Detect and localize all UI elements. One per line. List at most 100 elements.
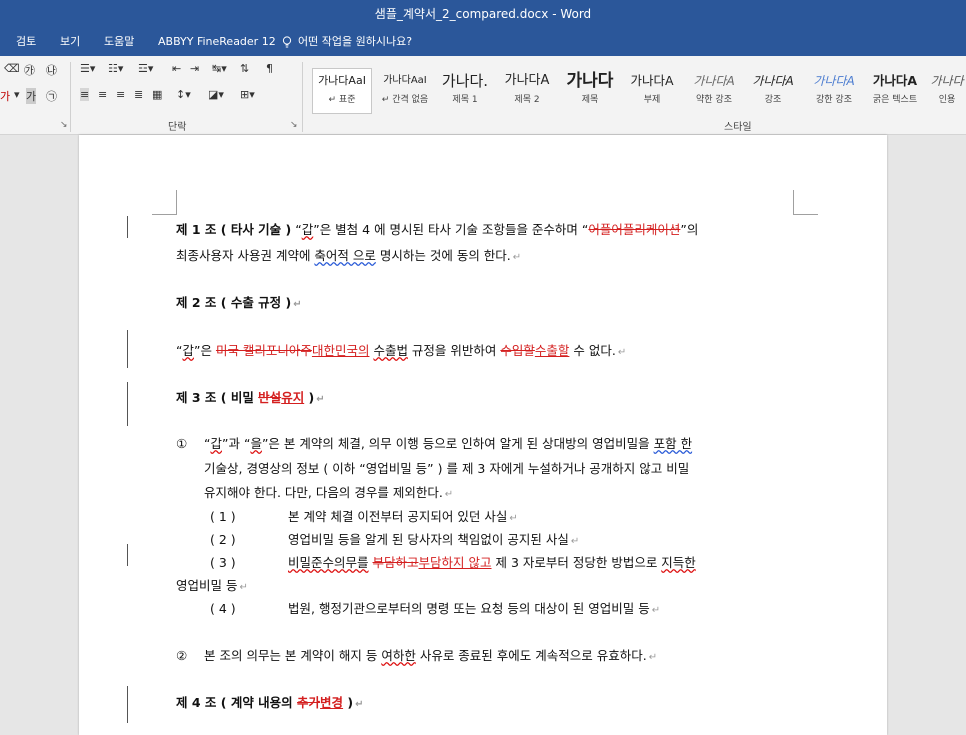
align-left-icon[interactable]: ≡: [80, 88, 90, 101]
style-name: ↵ 표준: [328, 95, 356, 105]
style-subtitle[interactable]: 가나다A 부제: [622, 68, 682, 114]
sort-icon[interactable]: ⇅: [240, 62, 249, 75]
article-4-heading: 제 4 조 ( 계약 내용의 추가변경 ) ↵: [176, 692, 364, 711]
style-no-spacing[interactable]: 가나다AaI ↵ 간격 없음: [374, 68, 436, 114]
tab-abbyy[interactable]: ABBYY FineReader 12: [158, 28, 276, 56]
bullets-icon[interactable]: ☰▾: [80, 62, 95, 75]
inserted-text: 유지: [281, 390, 305, 405]
font-dialog-launcher-icon[interactable]: ↘: [60, 120, 68, 130]
text: “: [291, 222, 302, 237]
paragraph-mark: ↵: [648, 652, 658, 663]
paragraph-mark: ↵: [570, 536, 580, 547]
text: 수출법: [373, 343, 408, 358]
distributed-icon[interactable]: ▦: [152, 88, 162, 101]
character-shading-icon[interactable]: 가: [26, 88, 37, 104]
style-sample: 가나다: [930, 74, 964, 88]
multilevel-list-icon[interactable]: ☲▾: [138, 62, 153, 75]
shading-icon[interactable]: ◪▾: [208, 88, 224, 101]
change-bar: [127, 330, 128, 368]
line-spacing-icon[interactable]: ↕▾: [176, 88, 191, 101]
text: 비밀준수의무를: [288, 555, 369, 570]
paragraph-number: ②: [176, 648, 188, 663]
text: ”은 본 계약의 체결, 의무 이행 등으로 인하여 알게 된 상대방의 영업비…: [261, 436, 654, 451]
text-direction-icon[interactable]: ↹▾: [212, 62, 227, 75]
article-3-para-1-line-3: 유지해야 한다. 다만, 다음의 경우를 제외한다. ↵: [204, 482, 453, 501]
phonetic-guide-icon[interactable]: ㉮: [24, 62, 35, 78]
text: 기술상, 경영상의 정보 ( 이하 “영업비밀 등” ) 를 제 3 자에게 누…: [204, 461, 690, 476]
style-sample: 가나다A: [752, 74, 794, 88]
style-name: 강조: [764, 95, 782, 105]
paragraph-mark: ↵: [651, 605, 661, 616]
paragraph-dialog-launcher-icon[interactable]: ↘: [290, 120, 298, 130]
text: 유지해야 한다. 다만, 다음의 경우를 제외한다.: [204, 485, 443, 500]
font-color-dropdown-icon[interactable]: ▾: [14, 88, 20, 101]
style-intense-emphasis[interactable]: 가나다A 강한 강조: [804, 68, 864, 114]
deleted-text: 반설: [258, 390, 282, 405]
divider: [302, 62, 303, 132]
style-title[interactable]: 가나다 제목: [560, 68, 620, 114]
tab-review[interactable]: 검토: [16, 28, 36, 56]
paragraph-group-label: 단락: [168, 122, 187, 133]
show-marks-icon[interactable]: ¶: [266, 62, 273, 75]
style-name: 강한 강조: [816, 95, 852, 105]
text: 본 계약 체결 이전부터 공지되어 있던 사실: [288, 509, 508, 524]
numbering-icon[interactable]: ☷▾: [108, 62, 123, 75]
font-color-icon[interactable]: 가: [0, 88, 10, 104]
paragraph-mark: ↵: [617, 347, 627, 358]
style-heading-1[interactable]: 가나다. 제목 1: [436, 68, 494, 114]
article-1-line-2: 최종사용자 사용권 계약에 축어적 으로 명시하는 것에 동의 한다. ↵: [176, 245, 521, 264]
text: 규정을 위반하여: [407, 343, 501, 358]
style-sample: 가나다AaI: [383, 75, 427, 86]
article-3-para-1-line-1: ① “갑”과 “을”은 본 계약의 체결, 의무 이행 등으로 인하여 알게 된 …: [176, 433, 692, 452]
style-sample: 가나다A: [872, 73, 918, 88]
paragraph-mark: ↵: [355, 699, 364, 710]
change-bar: [127, 382, 128, 426]
change-bar: [127, 544, 128, 566]
style-sample: 가나다AaI: [318, 74, 366, 87]
increase-indent-icon[interactable]: ⇥: [190, 62, 199, 75]
article-2-body: “갑”은 미국 캘리포니아주대한민국의 수출법 규정을 위반하여 수입할수출할 …: [176, 340, 626, 359]
style-normal[interactable]: 가나다AaI ↵ 표준: [312, 68, 372, 114]
deleted-text: 수입할: [500, 343, 535, 358]
paragraph-mark: ↵: [316, 394, 325, 405]
tell-me-box[interactable]: 어떤 작업을 원하시나요?: [282, 28, 412, 56]
text: 갑: [182, 343, 194, 358]
text: 수 없다.: [569, 343, 616, 358]
subitem-number: ( 1 ): [210, 509, 236, 524]
text: 포함 한: [653, 436, 693, 451]
article-1-line-1: 제 1 조 ( 타사 기술 ) “갑”은 별첨 4 에 명시된 타사 기술 조항…: [176, 219, 698, 238]
text: ”은 별첨 4 에 명시된 타사 기술 조항들을 준수하며 “: [313, 222, 589, 237]
style-emphasis[interactable]: 가나다A 강조: [744, 68, 802, 114]
tab-view[interactable]: 보기: [60, 28, 80, 56]
align-center-icon[interactable]: ≡: [98, 88, 107, 101]
heading-text: 제 3 조 ( 비밀: [176, 390, 259, 405]
inserted-text: 수출할: [534, 343, 570, 358]
paragraph-mark: ↵: [512, 252, 522, 263]
style-sample: 가나다A: [693, 74, 735, 88]
heading-text: ): [343, 695, 354, 710]
heading-text: 제 2 조 ( 수출 규정 ): [176, 295, 292, 310]
enclosed-character-icon[interactable]: ㉠: [46, 88, 57, 104]
heading-text: ): [304, 390, 315, 405]
style-heading-2[interactable]: 가나다A 제목 2: [496, 68, 558, 114]
style-subtle-emphasis[interactable]: 가나다A 약한 강조: [684, 68, 744, 114]
article-3-para-1-line-2: 기술상, 경영상의 정보 ( 이하 “영업비밀 등” ) 를 제 3 자에게 누…: [204, 458, 689, 477]
subitem-4: ( 4 ) 법원, 행정기관으로부터의 명령 또는 요청 등의 대상이 된 영업비…: [210, 598, 660, 617]
text: 영업비밀 등: [176, 578, 238, 593]
paragraph-mark: ↵: [509, 513, 518, 524]
tab-help[interactable]: 도움말: [104, 28, 134, 56]
style-quote[interactable]: 가나다 인용: [926, 68, 966, 114]
subitem-number: ( 2 ): [210, 532, 236, 547]
style-strong[interactable]: 가나다A 굵은 텍스트: [864, 68, 926, 114]
text: 갑: [301, 222, 314, 237]
align-right-icon[interactable]: ≡: [116, 88, 125, 101]
clear-formatting-icon[interactable]: ⌫: [4, 62, 20, 75]
justify-icon[interactable]: ≣: [134, 88, 143, 101]
decrease-indent-icon[interactable]: ⇤: [172, 62, 181, 75]
enclose-character-icon[interactable]: ㉯: [46, 62, 57, 78]
subitem-number: ( 4 ): [210, 601, 236, 616]
borders-icon[interactable]: ⊞▾: [240, 88, 255, 101]
style-name: 제목: [581, 95, 599, 105]
text: ”과 “: [222, 436, 251, 451]
paragraph-mark: ↵: [444, 489, 454, 500]
